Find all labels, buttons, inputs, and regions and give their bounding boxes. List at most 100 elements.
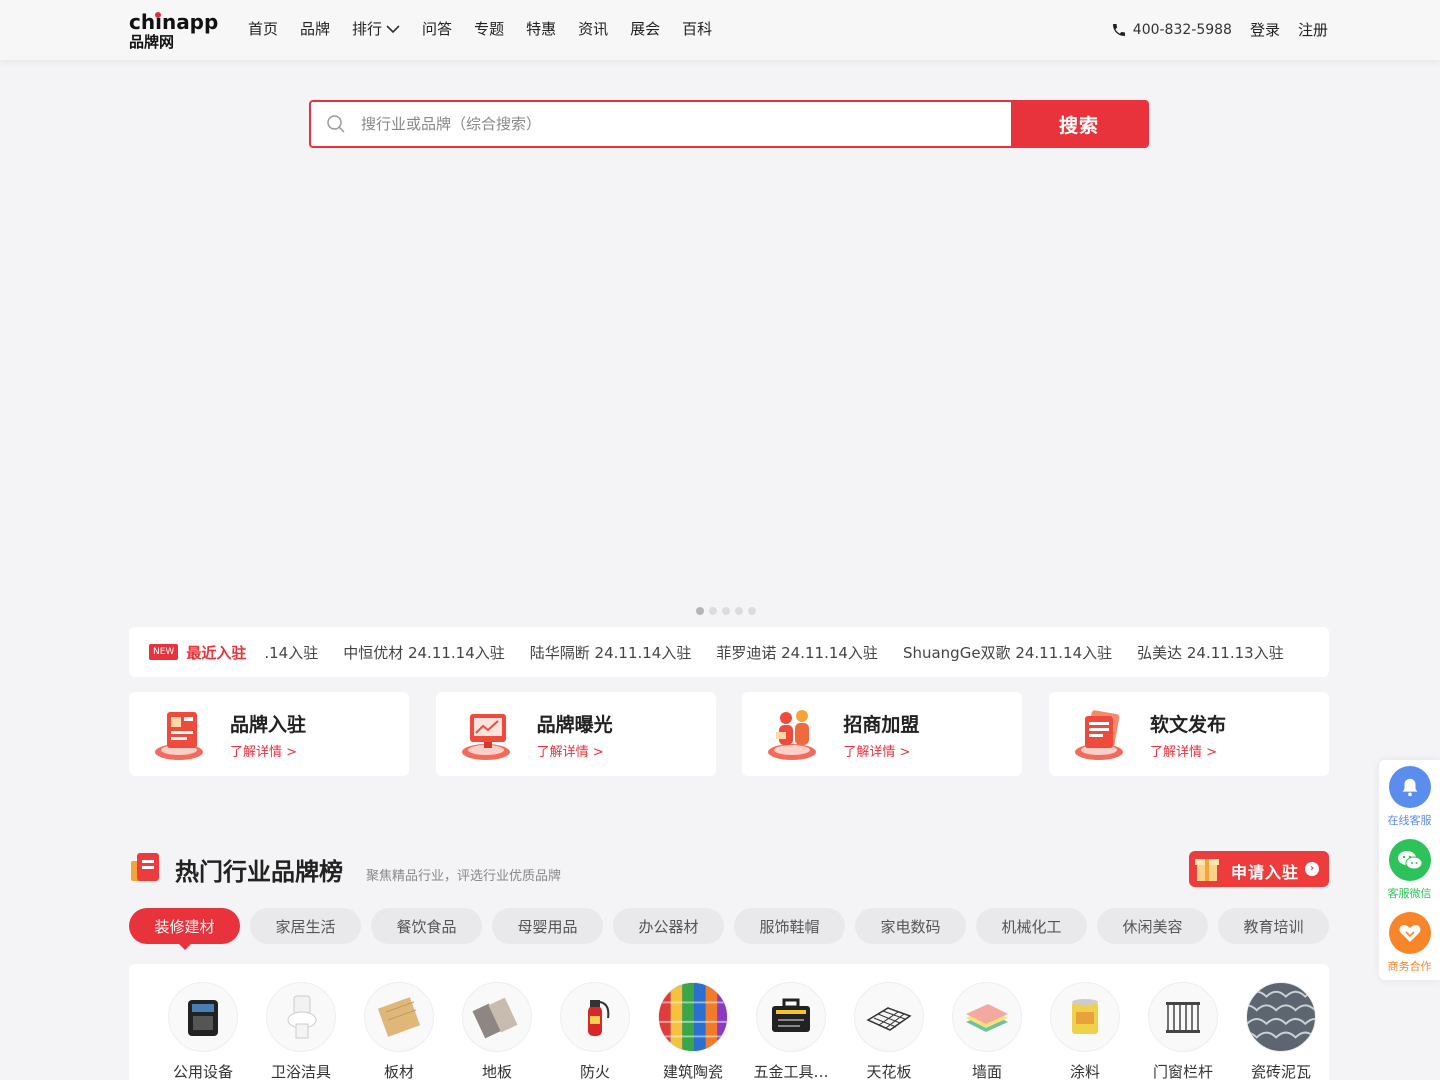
carousel-dot-5[interactable] bbox=[748, 607, 756, 615]
category-item[interactable]: 公用设备 bbox=[154, 982, 252, 1080]
carousel-dot-3[interactable] bbox=[722, 607, 730, 615]
nav-deals[interactable]: 特惠 bbox=[526, 18, 556, 40]
tab-food[interactable]: 餐饮食品 bbox=[371, 908, 482, 944]
search-bar: 搜索 bbox=[309, 100, 1149, 148]
category-item[interactable]: 防火 bbox=[546, 982, 644, 1080]
category-item[interactable]: 瓷砖泥瓦 bbox=[1232, 982, 1330, 1080]
nav-expo[interactable]: 展会 bbox=[630, 18, 660, 40]
card-details-link[interactable]: 了解详情 > bbox=[537, 741, 604, 760]
category-label: 卫浴洁具 bbox=[270, 1063, 331, 1080]
ticker-item[interactable]: .14入驻 bbox=[264, 642, 318, 663]
card-title: 品牌入驻 bbox=[230, 714, 307, 736]
tab-machinery[interactable]: 机械化工 bbox=[976, 908, 1087, 944]
card-title: 软文发布 bbox=[1149, 714, 1226, 736]
nav-news[interactable]: 资讯 bbox=[578, 18, 608, 40]
chinapp-logo[interactable]: chinapp 品牌网 bbox=[129, 10, 219, 51]
nav-qa[interactable]: 问答 bbox=[422, 18, 452, 40]
search-input[interactable] bbox=[361, 102, 1011, 146]
apply-box-icon bbox=[1195, 859, 1219, 881]
category-item[interactable]: 卫浴洁具 bbox=[252, 982, 350, 1080]
carousel-dot-1[interactable] bbox=[696, 607, 704, 615]
paint-bucket-image bbox=[1050, 982, 1120, 1052]
arrow-right-icon: › bbox=[1305, 862, 1319, 876]
main-nav: 首页 品牌 排行 问答 专题 特惠 资讯 展会 百科 bbox=[248, 18, 734, 40]
nav-label: 资讯 bbox=[578, 20, 609, 38]
category-item[interactable]: 涂料 bbox=[1036, 982, 1134, 1080]
ticker-item[interactable]: 中恒优材 24.11.14入驻 bbox=[343, 642, 505, 663]
tile-masonry-image bbox=[1246, 982, 1316, 1052]
card-brand-join[interactable]: 品牌入驻 了解详情 > bbox=[129, 692, 409, 776]
category-panel: 公用设备 卫浴洁具 板材 地板 防火 建筑陶瓷 五金工具… 天花板 墙面 涂料 … bbox=[129, 964, 1329, 1080]
card-details-link[interactable]: 了解详情 > bbox=[843, 741, 910, 760]
carousel-dot-4[interactable] bbox=[735, 607, 743, 615]
category-label: 涂料 bbox=[1069, 1063, 1100, 1080]
card-article-publish[interactable]: 软文发布 了解详情 > bbox=[1048, 692, 1329, 776]
category-label: 公用设备 bbox=[172, 1063, 233, 1080]
nav-topic[interactable]: 专题 bbox=[474, 18, 504, 40]
ceramic-tile-image bbox=[658, 982, 728, 1052]
card-title: 品牌曝光 bbox=[536, 714, 613, 736]
wall-image bbox=[952, 982, 1022, 1052]
nav-label: 专题 bbox=[474, 20, 505, 38]
top-header: chinapp 品牌网 首页 品牌 排行 问答 专题 特惠 资讯 展会 百科 4… bbox=[0, 0, 1440, 60]
category-item[interactable]: 地板 bbox=[448, 982, 546, 1080]
tab-appliances[interactable]: 家电数码 bbox=[855, 908, 966, 944]
ticker-item[interactable]: 陆华隔断 24.11.14入驻 bbox=[530, 642, 692, 663]
apply-join-button[interactable]: 申请入驻 › bbox=[1189, 851, 1329, 887]
section-title: 热门行业品牌榜 bbox=[175, 858, 343, 886]
board-image bbox=[364, 982, 434, 1052]
nav-home[interactable]: 首页 bbox=[248, 18, 278, 40]
category-label: 建筑陶瓷 bbox=[662, 1063, 723, 1080]
article-publish-icon bbox=[1074, 710, 1123, 760]
tab-decoration[interactable]: 装修建材 bbox=[129, 908, 240, 950]
login-link[interactable]: 登录 bbox=[1250, 19, 1280, 40]
fire-extinguisher-image bbox=[560, 982, 630, 1052]
nav-wiki[interactable]: 百科 bbox=[682, 18, 712, 40]
category-item[interactable]: 板材 bbox=[350, 982, 448, 1080]
carousel-dot-2[interactable] bbox=[709, 607, 717, 615]
section-subtitle: 聚焦精品行业，评选行业优质品牌 bbox=[366, 869, 562, 884]
wechat-service-button[interactable]: 客服微信 bbox=[1379, 839, 1440, 901]
ticker-item[interactable]: ShuangGe双歌 24.11.14入驻 bbox=[903, 642, 1112, 663]
card-details-link[interactable]: 了解详情 > bbox=[230, 741, 297, 760]
tab-home-living[interactable]: 家居生活 bbox=[250, 908, 361, 944]
new-badge: NEW bbox=[149, 644, 179, 660]
hardware-tools-image bbox=[756, 982, 826, 1052]
chinapp-logo-graphic: chinapp 品牌网 bbox=[129, 10, 218, 51]
public-equipment-image bbox=[168, 982, 238, 1052]
tab-apparel[interactable]: 服饰鞋帽 bbox=[734, 908, 845, 944]
category-item[interactable]: 建筑陶瓷 bbox=[644, 982, 742, 1080]
card-details-link[interactable]: 了解详情 > bbox=[1150, 741, 1217, 760]
category-item[interactable]: 墙面 bbox=[938, 982, 1036, 1080]
nav-brand[interactable]: 品牌 bbox=[300, 18, 330, 40]
service-cards: 品牌入驻 了解详情 > 品牌曝光 了解详情 > 招商加盟 了解详情 > 软文发布… bbox=[129, 692, 1329, 776]
nav-label: 品牌 bbox=[300, 20, 331, 38]
category-list: 公用设备 卫浴洁具 板材 地板 防火 建筑陶瓷 五金工具… 天花板 墙面 涂料 … bbox=[154, 982, 1330, 1080]
side-label: 客服微信 bbox=[1387, 887, 1432, 900]
tab-office[interactable]: 办公器材 bbox=[613, 908, 724, 944]
side-label: 商务合作 bbox=[1387, 960, 1432, 973]
brand-exposure-icon bbox=[461, 714, 510, 760]
ticker-item[interactable]: 菲罗迪诺 24.11.14入驻 bbox=[716, 642, 878, 663]
search-button[interactable]: 搜索 bbox=[1011, 102, 1147, 146]
brand-join-icon bbox=[155, 712, 203, 760]
phone-contact[interactable]: 400-832-5988 bbox=[1111, 22, 1232, 38]
category-label: 地板 bbox=[481, 1063, 512, 1080]
category-item[interactable]: 门窗栏杆 bbox=[1134, 982, 1232, 1080]
tab-beauty[interactable]: 休闲美容 bbox=[1097, 908, 1208, 944]
nav-label: 特惠 bbox=[526, 20, 557, 38]
side-label: 在线客服 bbox=[1387, 814, 1432, 827]
nav-ranking[interactable]: 排行 bbox=[352, 18, 400, 40]
ticker-item[interactable]: 弘美达 24.11.13入驻 bbox=[1137, 642, 1284, 663]
category-item[interactable]: 天花板 bbox=[840, 982, 938, 1080]
card-brand-exposure[interactable]: 品牌曝光 了解详情 > bbox=[435, 692, 716, 776]
online-service-button[interactable]: 在线客服 bbox=[1379, 766, 1440, 828]
ranking-section-icon bbox=[131, 853, 159, 881]
business-cooperation-button[interactable]: 商务合作 bbox=[1379, 912, 1440, 974]
tab-education[interactable]: 教育培训 bbox=[1218, 908, 1329, 944]
tab-baby[interactable]: 母婴用品 bbox=[492, 908, 603, 944]
register-link[interactable]: 注册 bbox=[1298, 19, 1328, 40]
category-item[interactable]: 五金工具… bbox=[742, 982, 840, 1080]
card-title: 招商加盟 bbox=[843, 714, 920, 736]
card-franchise[interactable]: 招商加盟 了解详情 > bbox=[742, 692, 1023, 776]
